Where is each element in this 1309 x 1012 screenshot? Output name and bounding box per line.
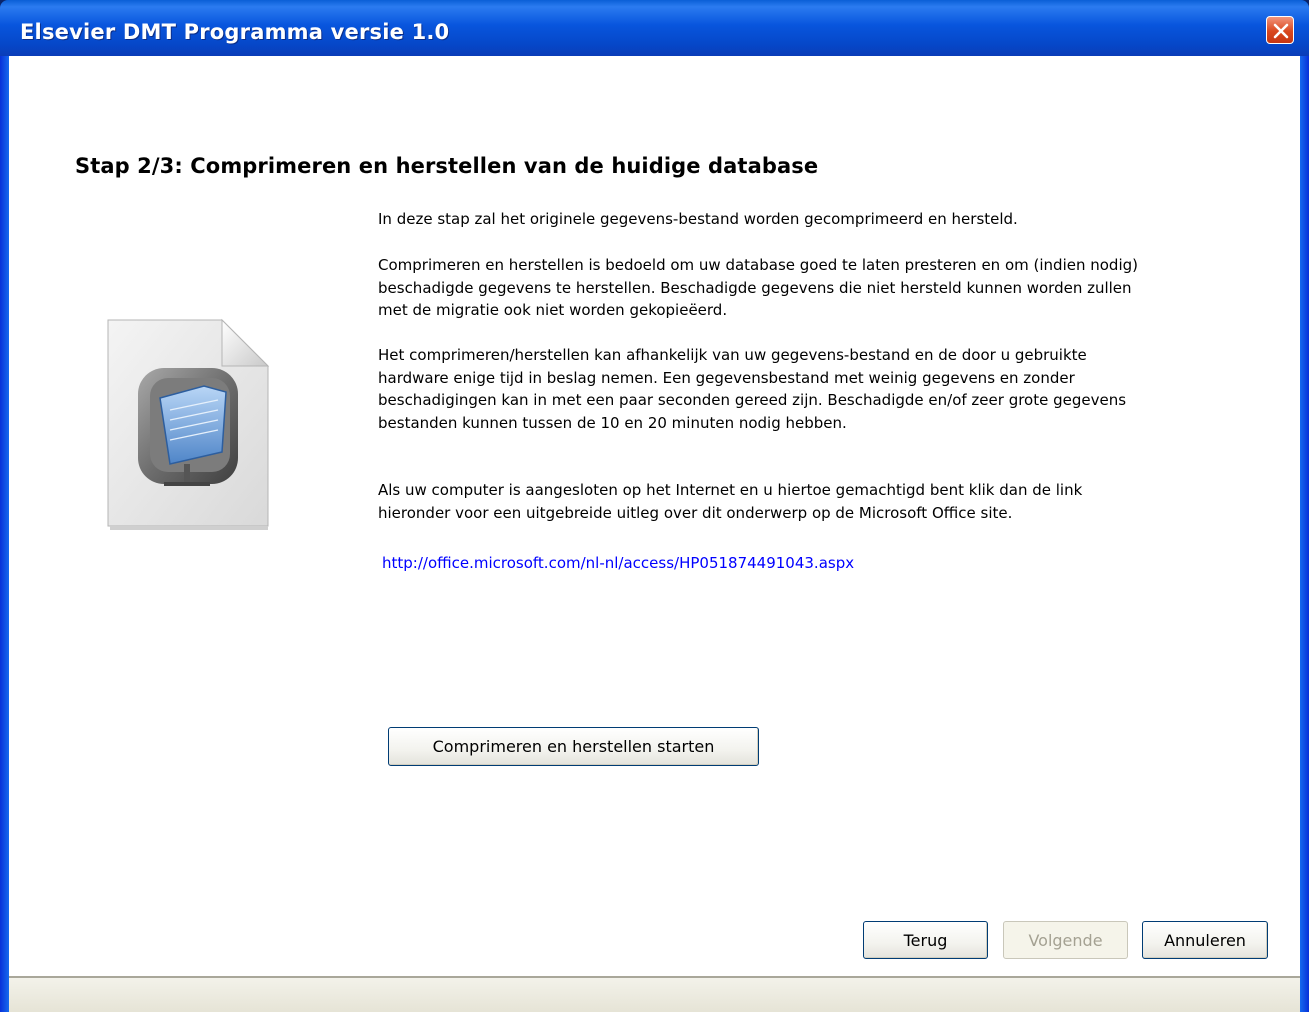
close-icon — [1273, 23, 1289, 39]
step-heading: Stap 2/3: Comprimeren en herstellen van … — [75, 154, 819, 178]
duration-paragraph: Het comprimeren/herstellen kan afhankeli… — [378, 346, 1127, 432]
cancel-button[interactable]: Annuleren — [1142, 921, 1268, 959]
compress-paragraph: Comprimeren en herstellen is bedoeld om … — [378, 256, 1138, 319]
help-link[interactable]: http://office.microsoft.com/nl-nl/access… — [382, 554, 854, 572]
back-button[interactable]: Terug — [863, 921, 988, 959]
window-title: Elsevier DMT Programma versie 1.0 — [20, 20, 450, 44]
status-bar — [9, 976, 1300, 1012]
window-frame-left — [0, 56, 9, 1012]
internet-paragraph: Als uw computer is aangesloten op het In… — [378, 481, 1083, 522]
title-bar[interactable]: Elsevier DMT Programma versie 1.0 — [0, 0, 1309, 56]
window-frame-right — [1300, 56, 1309, 1012]
database-document-icon — [107, 318, 270, 530]
next-button[interactable]: Volgende — [1003, 921, 1128, 959]
intro-paragraph: In deze stap zal het originele gegevens-… — [378, 210, 1018, 228]
start-compress-button[interactable]: Comprimeren en herstellen starten — [388, 727, 759, 766]
close-button[interactable] — [1266, 16, 1294, 44]
